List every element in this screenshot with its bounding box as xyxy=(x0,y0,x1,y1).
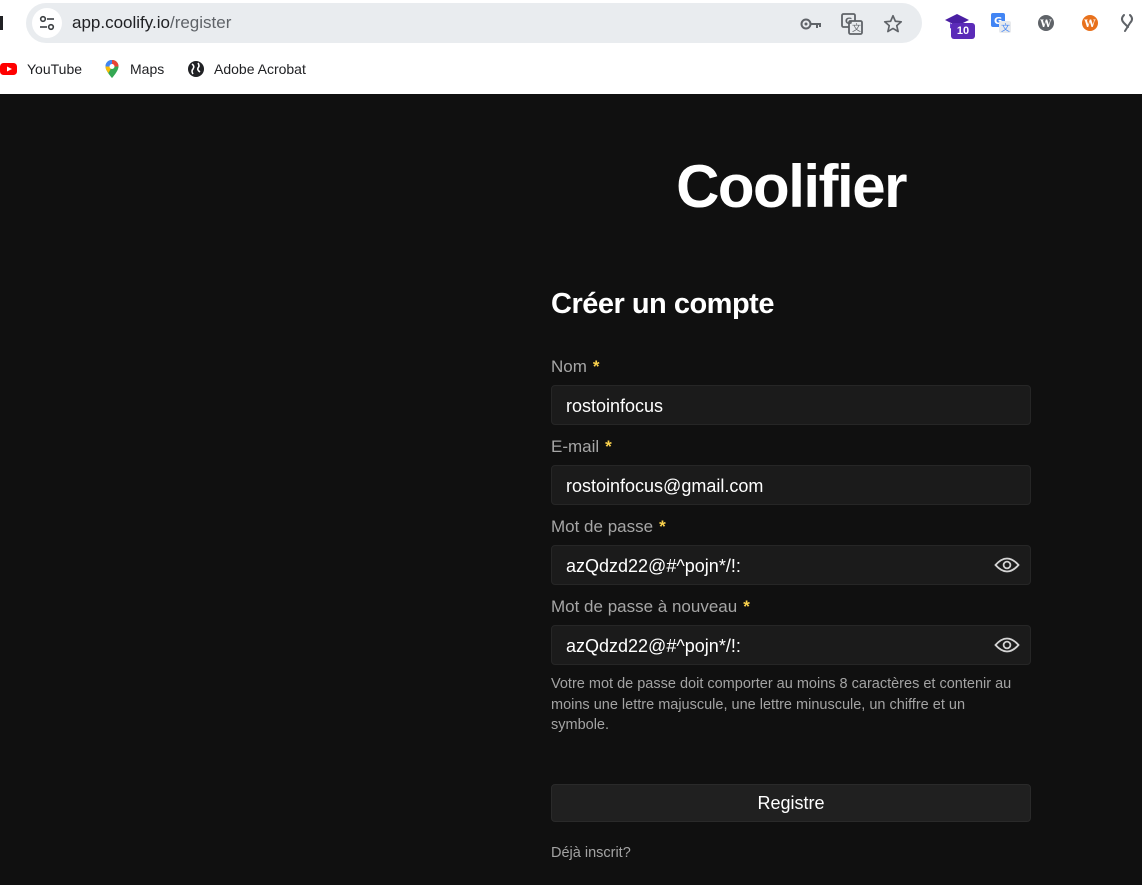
field-label-text: Mot de passe xyxy=(551,517,654,536)
register-button[interactable]: Registre xyxy=(551,784,1031,822)
translate-icon[interactable]: G 文 xyxy=(841,13,863,35)
url-text[interactable]: app.coolify.io/register xyxy=(72,13,231,33)
bookmark-star-icon[interactable] xyxy=(882,13,904,35)
globe-icon xyxy=(187,60,205,78)
email-input-value: rostoinfocus@gmail.com xyxy=(566,476,764,496)
bookmark-maps[interactable]: Maps xyxy=(103,56,164,82)
required-mark: * xyxy=(659,517,666,536)
field-label-text: E-mail xyxy=(551,437,600,456)
maps-icon xyxy=(103,60,121,78)
bookmark-youtube[interactable]: YouTube xyxy=(0,56,82,82)
bookmark-label: Adobe Acrobat xyxy=(214,61,306,77)
site-info-button[interactable] xyxy=(32,8,62,38)
name-input[interactable]: rostoinfocus xyxy=(551,385,1031,425)
confirm-password-label: Mot de passe à nouveau * xyxy=(551,596,750,618)
browser-chrome: app.coolify.io/register G 文 10 G 文 W W Y… xyxy=(0,0,1142,94)
svg-text:W: W xyxy=(1083,19,1096,30)
password-input[interactable]: azQdzd22@#^pojn*/!: xyxy=(551,545,1031,585)
password-requirements-hint: Votre mot de passe doit comporter au moi… xyxy=(551,676,1012,733)
register-page: Coolifier Créer un compte Nom * rostoinfo… xyxy=(0,94,1142,885)
window-edge xyxy=(0,16,3,30)
address-bar[interactable]: app.coolify.io/register G 文 xyxy=(26,3,922,43)
google-translate-extension-icon[interactable]: G 文 xyxy=(988,10,1014,36)
svg-text:W: W xyxy=(1039,19,1052,30)
link-extension-icon[interactable] xyxy=(1116,10,1138,36)
email-label: E-mail * xyxy=(551,436,612,458)
youtube-icon xyxy=(0,60,18,78)
url-host: app.coolify.io xyxy=(72,13,170,32)
eye-icon[interactable] xyxy=(994,554,1020,576)
wordpress-extension-icon[interactable]: W xyxy=(1033,10,1059,36)
name-input-value: rostoinfocus xyxy=(566,396,664,416)
already-registered-link[interactable]: Déjà inscrit? xyxy=(551,843,631,863)
page-title: Créer un compte xyxy=(551,288,774,320)
svg-text:文: 文 xyxy=(1001,22,1010,34)
password-input-value: azQdzd22@#^pojn*/!: xyxy=(566,556,741,576)
required-mark: * xyxy=(605,437,612,456)
extension-badge: 10 xyxy=(951,23,975,39)
field-label-text: Nom xyxy=(551,357,587,376)
email-input[interactable]: rostoinfocus@gmail.com xyxy=(551,465,1031,505)
bookmarks-bar: YouTube Maps Adobe Acrobat xyxy=(0,56,1142,82)
name-label: Nom * xyxy=(551,356,600,378)
tune-icon xyxy=(39,15,55,31)
required-mark: * xyxy=(743,597,750,616)
bookmark-adobe-acrobat[interactable]: Adobe Acrobat xyxy=(187,56,306,82)
svg-text:文: 文 xyxy=(852,22,861,34)
confirm-password-input-value: azQdzd22@#^pojn*/!: xyxy=(566,636,741,656)
url-path: /register xyxy=(169,13,232,32)
field-label-text: Mot de passe à nouveau xyxy=(551,597,738,616)
bookmark-label: YouTube xyxy=(27,61,83,77)
brand-logo-text: Coolifier xyxy=(676,153,907,220)
password-key-icon[interactable] xyxy=(800,13,822,35)
bookmark-label: Maps xyxy=(130,61,165,77)
eye-icon[interactable] xyxy=(994,634,1020,656)
required-mark: * xyxy=(592,357,600,376)
confirm-password-input[interactable]: azQdzd22@#^pojn*/!: xyxy=(551,625,1031,665)
password-label: Mot de passe * xyxy=(551,516,666,538)
wordpress-orange-extension-icon[interactable]: W xyxy=(1077,10,1103,36)
